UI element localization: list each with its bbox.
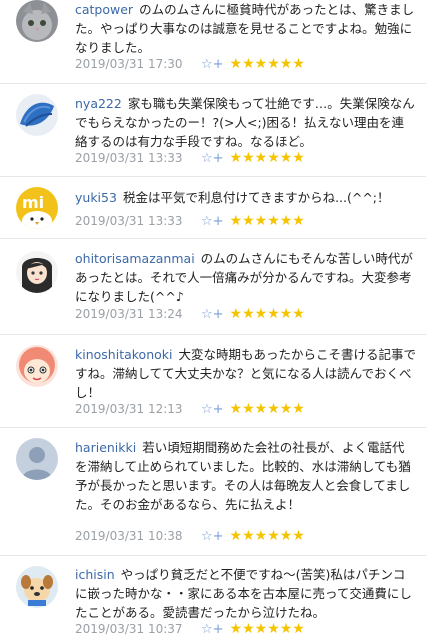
comment-username[interactable]: kinoshitakonoki — [75, 347, 172, 362]
comment-text: やっぱり貧乏だと不便ですね〜(苦笑)私はパチンコに嵌った時かな・・家にある本を古… — [75, 567, 412, 620]
comment-text: 家も職も失業保険もって壮絶です…。失業保険なんでもらえなかったのー！?(>人<;… — [75, 96, 415, 149]
comment-body: ohitorisamazanmai のムのムさんにもそんな苦しい時代があったとは。… — [75, 249, 416, 306]
comment-body: catpower のムのムさんに極貧時代があったとは、驚きました。やっぱり大事なの… — [75, 0, 416, 57]
comment-date: 2019/03/31 13:33 — [75, 214, 183, 228]
stars-rating[interactable]: ★★★★★★ — [230, 306, 305, 322]
comment-item: catpower のムのムさんに極貧時代があったとは、驚きました。やっぱり大事なの… — [0, 0, 426, 84]
comment-username[interactable]: ohitorisamazanmai — [75, 251, 195, 266]
add-star-icon[interactable]: ☆+ — [201, 151, 224, 166]
comment-body: nya222 家も職も失業保険もって壮絶です…。失業保険なんでもらえなかったのー！… — [75, 94, 416, 151]
chick-avatar[interactable]: mi — [16, 187, 58, 229]
anime-girl-avatar[interactable] — [16, 251, 58, 293]
pink-hair-avatar[interactable] — [16, 345, 58, 387]
stars-rating[interactable]: ★★★★★★ — [230, 150, 305, 166]
default-user-avatar[interactable] — [16, 438, 58, 480]
comment-body: ichisin やっぱり貧乏だと不便ですね〜(苦笑)私はパチンコに嵌った時かな・・… — [75, 565, 416, 622]
stars-rating[interactable]: ★★★★★★ — [230, 56, 305, 72]
comment-item: ichisin やっぱり貧乏だと不便ですね〜(苦笑)私はパチンコに嵌った時かな・・… — [0, 556, 426, 640]
comment-item: harienikki 若い頃短期間務めた会社の社長が、よく電話代を滞納して止められ… — [0, 428, 426, 556]
stars-rating[interactable]: ★★★★★★ — [230, 621, 305, 637]
comment-text: 税金は平気で利息付けてきますからね...(^^;！ — [122, 190, 390, 205]
comment-username[interactable]: harienikki — [75, 440, 136, 455]
stars-rating[interactable]: ★★★★★★ — [230, 528, 305, 544]
comment-date: 2019/03/31 12:13 — [75, 402, 183, 416]
comment-item: ohitorisamazanmai のムのムさんにもそんな苦しい時代があったとは。… — [0, 239, 426, 335]
comment-date: 2019/03/31 10:37 — [75, 622, 183, 636]
comment-item: kinoshitakonoki 大変な時期もあったからこそ書ける記事ですね。滞納し… — [0, 335, 426, 428]
add-star-icon[interactable]: ☆+ — [201, 214, 224, 229]
stars-rating[interactable]: ★★★★★★ — [230, 213, 305, 229]
comment-item: nya222 家も職も失業保険もって壮絶です…。失業保険なんでもらえなかったのー！… — [0, 84, 426, 177]
add-star-icon[interactable]: ☆+ — [201, 402, 224, 417]
comment-username[interactable]: nya222 — [75, 96, 122, 111]
cat-avatar[interactable] — [16, 0, 58, 42]
comment-body: harienikki 若い頃短期間務めた会社の社長が、よく電話代を滞納して止められ… — [75, 438, 416, 514]
comment-username[interactable]: catpower — [75, 2, 133, 17]
add-star-icon[interactable]: ☆+ — [201, 622, 224, 637]
comment-date: 2019/03/31 13:24 — [75, 307, 183, 321]
comment-meta: 2019/03/31 13:33 ☆+ ★★★★★★ — [75, 211, 305, 231]
comment-meta: 2019/03/31 10:38 ☆+ ★★★★★★ — [75, 526, 305, 546]
comment-body: kinoshitakonoki 大変な時期もあったからこそ書ける記事ですね。滞納し… — [75, 345, 416, 402]
cartoon-dog-avatar[interactable] — [16, 566, 58, 608]
comment-meta: 2019/03/31 17:30 ☆+ ★★★★★★ — [75, 54, 305, 74]
svg-text:mi: mi — [22, 193, 44, 212]
add-star-icon[interactable]: ☆+ — [201, 529, 224, 544]
comment-date: 2019/03/31 17:30 — [75, 57, 183, 71]
blue-fabric-avatar[interactable] — [16, 94, 58, 136]
comment-meta: 2019/03/31 13:24 ☆+ ★★★★★★ — [75, 304, 305, 324]
comment-date: 2019/03/31 10:38 — [75, 529, 183, 543]
comment-item: mi yuki53 税金は平気で利息付けてきますからね...(^^;！ 2019/… — [0, 177, 426, 239]
comment-meta: 2019/03/31 13:33 ☆+ ★★★★★★ — [75, 148, 305, 168]
comment-date: 2019/03/31 13:33 — [75, 151, 183, 165]
add-star-icon[interactable]: ☆+ — [201, 307, 224, 322]
comment-meta: 2019/03/31 10:37 ☆+ ★★★★★★ — [75, 619, 305, 639]
comment-meta: 2019/03/31 12:13 ☆+ ★★★★★★ — [75, 399, 305, 419]
comment-body: yuki53 税金は平気で利息付けてきますからね...(^^;！ — [75, 188, 416, 207]
add-star-icon[interactable]: ☆+ — [201, 57, 224, 72]
comment-username[interactable]: ichisin — [75, 567, 115, 582]
comment-username[interactable]: yuki53 — [75, 190, 117, 205]
stars-rating[interactable]: ★★★★★★ — [230, 401, 305, 417]
